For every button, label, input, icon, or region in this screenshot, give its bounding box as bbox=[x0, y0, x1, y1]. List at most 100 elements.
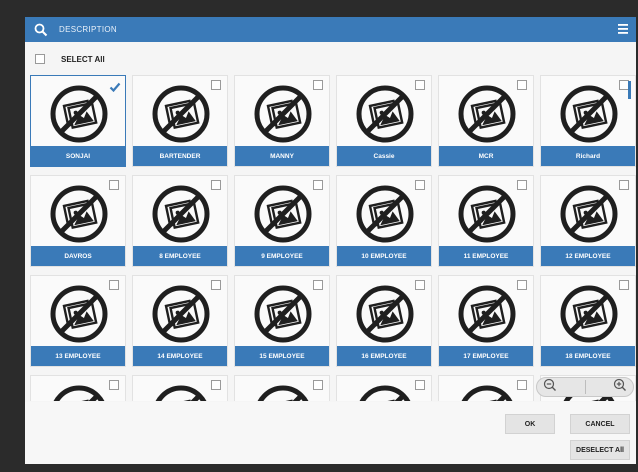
employee-picker-dialog: DESCRIPTION SELECT All SONJAI BARTENDER MA… bbox=[25, 17, 636, 464]
employee-grid: SONJAI BARTENDER MANNY Cassie MCR Richard DAVR… bbox=[30, 75, 636, 401]
employee-tile[interactable]: 12 EMPLOYEE bbox=[540, 175, 636, 267]
employee-tile[interactable]: MCR bbox=[438, 75, 534, 167]
no-image-icon bbox=[559, 284, 619, 344]
no-image-icon bbox=[457, 184, 517, 244]
tile-checkbox[interactable] bbox=[619, 280, 629, 290]
employee-name-label: 18 EMPLOYEE bbox=[541, 346, 635, 366]
employee-tile[interactable] bbox=[30, 375, 126, 401]
employee-tile[interactable] bbox=[132, 375, 228, 401]
employee-tile[interactable]: 9 EMPLOYEE bbox=[234, 175, 330, 267]
ok-button[interactable]: OK bbox=[505, 414, 555, 434]
no-image-icon bbox=[49, 84, 109, 144]
employee-tile[interactable]: 18 EMPLOYEE bbox=[540, 275, 636, 367]
tile-checkbox[interactable] bbox=[619, 180, 629, 190]
no-image-icon bbox=[151, 184, 211, 244]
employee-name-label: 8 EMPLOYEE bbox=[133, 246, 227, 266]
no-image-icon bbox=[151, 84, 211, 144]
employee-tile[interactable]: 8 EMPLOYEE bbox=[132, 175, 228, 267]
no-image-icon bbox=[49, 384, 109, 401]
employee-name-label: 17 EMPLOYEE bbox=[439, 346, 533, 366]
select-all-row[interactable]: SELECT All bbox=[35, 52, 105, 66]
employee-tile[interactable]: DAVROS bbox=[30, 175, 126, 267]
tile-checkbox[interactable] bbox=[211, 80, 221, 90]
zoom-out-icon[interactable] bbox=[543, 378, 557, 397]
tile-checkbox[interactable] bbox=[415, 380, 425, 390]
employee-tile[interactable]: 17 EMPLOYEE bbox=[438, 275, 534, 367]
employee-name-label: 13 EMPLOYEE bbox=[31, 346, 125, 366]
employee-name-label: 10 EMPLOYEE bbox=[337, 246, 431, 266]
tile-checkbox[interactable] bbox=[211, 280, 221, 290]
zoom-in-icon[interactable] bbox=[613, 378, 627, 397]
search-header: DESCRIPTION bbox=[25, 17, 636, 42]
hamburger-menu-icon[interactable] bbox=[616, 21, 630, 37]
employee-name-label: 16 EMPLOYEE bbox=[337, 346, 431, 366]
employee-tile[interactable]: 13 EMPLOYEE bbox=[30, 275, 126, 367]
tile-checkbox[interactable] bbox=[313, 380, 323, 390]
employee-tile[interactable]: BARTENDER bbox=[132, 75, 228, 167]
no-image-icon bbox=[355, 84, 415, 144]
tile-checkbox[interactable] bbox=[415, 180, 425, 190]
tile-checkbox[interactable] bbox=[517, 180, 527, 190]
employee-tile[interactable] bbox=[438, 375, 534, 401]
no-image-icon bbox=[253, 184, 313, 244]
no-image-icon bbox=[253, 284, 313, 344]
employee-name-label: 14 EMPLOYEE bbox=[133, 346, 227, 366]
no-image-icon bbox=[49, 184, 109, 244]
no-image-icon bbox=[355, 384, 415, 401]
employee-tile[interactable]: SONJAI bbox=[30, 75, 126, 167]
cancel-button[interactable]: CANCEL bbox=[570, 414, 630, 434]
search-icon[interactable] bbox=[31, 20, 51, 40]
employee-name-label: DAVROS bbox=[31, 246, 125, 266]
zoom-divider bbox=[584, 380, 586, 394]
employee-name-label: 11 EMPLOYEE bbox=[439, 246, 533, 266]
tile-checkbox[interactable] bbox=[517, 80, 527, 90]
tile-checkbox[interactable] bbox=[109, 180, 119, 190]
checked-checkbox-icon[interactable] bbox=[109, 80, 121, 93]
employee-tile[interactable]: 16 EMPLOYEE bbox=[336, 275, 432, 367]
no-image-icon bbox=[559, 84, 619, 144]
no-image-icon bbox=[355, 284, 415, 344]
tile-checkbox[interactable] bbox=[211, 380, 221, 390]
select-all-checkbox[interactable] bbox=[35, 54, 45, 64]
employee-tile[interactable]: 14 EMPLOYEE bbox=[132, 275, 228, 367]
employee-tile[interactable]: MANNY bbox=[234, 75, 330, 167]
employee-name-label: 12 EMPLOYEE bbox=[541, 246, 635, 266]
employee-tile[interactable]: Richard bbox=[540, 75, 636, 167]
tile-checkbox[interactable] bbox=[517, 280, 527, 290]
employee-tile[interactable]: 11 EMPLOYEE bbox=[438, 175, 534, 267]
employee-name-label: 15 EMPLOYEE bbox=[235, 346, 329, 366]
no-image-icon bbox=[151, 284, 211, 344]
zoom-control bbox=[536, 377, 634, 397]
tile-checkbox[interactable] bbox=[415, 80, 425, 90]
employee-name-label: SONJAI bbox=[31, 146, 125, 166]
no-image-icon bbox=[559, 184, 619, 244]
employee-tile[interactable] bbox=[336, 375, 432, 401]
tile-checkbox[interactable] bbox=[313, 80, 323, 90]
tile-checkbox[interactable] bbox=[313, 180, 323, 190]
scrollbar-thumb[interactable] bbox=[628, 81, 631, 99]
no-image-icon bbox=[49, 284, 109, 344]
tile-checkbox[interactable] bbox=[109, 280, 119, 290]
tile-checkbox[interactable] bbox=[415, 280, 425, 290]
no-image-icon bbox=[457, 384, 517, 401]
no-image-icon bbox=[151, 384, 211, 401]
employee-tile[interactable]: Cassie bbox=[336, 75, 432, 167]
employee-name-label: 9 EMPLOYEE bbox=[235, 246, 329, 266]
tile-checkbox[interactable] bbox=[313, 280, 323, 290]
no-image-icon bbox=[253, 384, 313, 401]
no-image-icon bbox=[457, 284, 517, 344]
employee-tile[interactable] bbox=[234, 375, 330, 401]
tile-checkbox[interactable] bbox=[109, 380, 119, 390]
tile-checkbox[interactable] bbox=[211, 180, 221, 190]
employee-name-label: Cassie bbox=[337, 146, 431, 166]
no-image-icon bbox=[457, 84, 517, 144]
employee-tile[interactable]: 15 EMPLOYEE bbox=[234, 275, 330, 367]
no-image-icon bbox=[355, 184, 415, 244]
tile-checkbox[interactable] bbox=[517, 380, 527, 390]
employee-name-label: BARTENDER bbox=[133, 146, 227, 166]
deselect-all-button[interactable]: DESELECT All bbox=[570, 440, 630, 460]
dialog-footer: OK CANCEL DESELECT All bbox=[25, 402, 636, 464]
search-input[interactable]: DESCRIPTION bbox=[59, 25, 117, 34]
employee-tile[interactable]: 10 EMPLOYEE bbox=[336, 175, 432, 267]
employee-name-label: MANNY bbox=[235, 146, 329, 166]
